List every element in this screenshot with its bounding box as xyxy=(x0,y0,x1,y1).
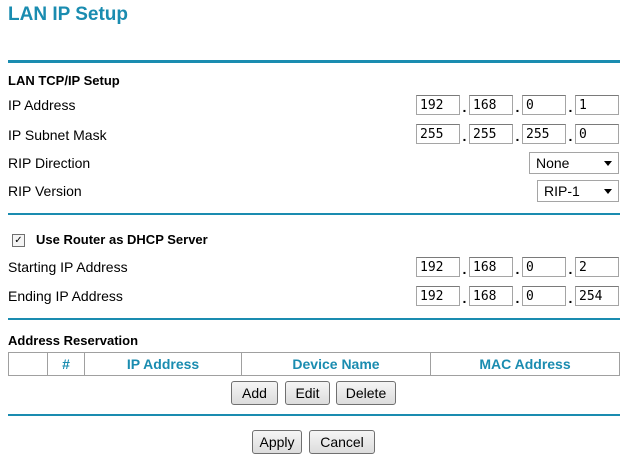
reservation-table: # IP Address Device Name MAC Address xyxy=(8,352,620,376)
chevron-down-icon xyxy=(604,189,612,194)
table-header-index: # xyxy=(47,352,85,376)
octet-separator: . xyxy=(515,128,520,144)
section-divider xyxy=(8,213,620,215)
bottom-divider xyxy=(8,414,620,416)
add-button[interactable]: Add xyxy=(231,381,278,405)
start-octet-4[interactable] xyxy=(575,257,619,277)
reservation-heading: Address Reservation xyxy=(8,333,139,348)
subnet-octet-2[interactable] xyxy=(469,124,513,144)
dhcp-server-label: Use Router as DHCP Server xyxy=(36,232,208,247)
dhcp-server-checkbox[interactable]: ✓ xyxy=(12,234,25,247)
rip-version-value: RIP-1 xyxy=(544,183,580,199)
end-octet-3[interactable] xyxy=(522,286,566,306)
subnet-octet-4[interactable] xyxy=(575,124,619,144)
ending-ip-label: Ending IP Address xyxy=(8,288,123,304)
octet-separator: . xyxy=(462,99,467,115)
end-octet-4[interactable] xyxy=(575,286,619,306)
octet-separator: . xyxy=(462,128,467,144)
octet-separator: . xyxy=(515,99,520,115)
start-octet-3[interactable] xyxy=(522,257,566,277)
subnet-octet-1[interactable] xyxy=(416,124,460,144)
table-header-device-name: Device Name xyxy=(241,352,431,376)
octet-separator: . xyxy=(515,261,520,277)
apply-button[interactable]: Apply xyxy=(252,430,302,454)
rip-version-select[interactable]: RIP-1 xyxy=(537,180,619,202)
subnet-mask-label: IP Subnet Mask xyxy=(8,127,107,143)
table-header-select xyxy=(8,352,48,376)
table-header-row: # IP Address Device Name MAC Address xyxy=(8,352,620,376)
end-octet-1[interactable] xyxy=(416,286,460,306)
octet-separator: . xyxy=(568,290,573,306)
ip-octet-4[interactable] xyxy=(575,95,619,115)
rip-direction-value: None xyxy=(536,155,570,171)
delete-button[interactable]: Delete xyxy=(336,381,396,405)
edit-button[interactable]: Edit xyxy=(285,381,330,405)
page-title: LAN IP Setup xyxy=(8,4,128,25)
lan-section-heading: LAN TCP/IP Setup xyxy=(8,73,120,88)
rip-direction-select[interactable]: None xyxy=(529,152,619,174)
table-header-mac-address: MAC Address xyxy=(430,352,620,376)
rip-version-label: RIP Version xyxy=(8,183,82,199)
top-divider xyxy=(8,60,620,63)
end-octet-2[interactable] xyxy=(469,286,513,306)
octet-separator: . xyxy=(568,128,573,144)
subnet-octet-3[interactable] xyxy=(522,124,566,144)
ip-octet-3[interactable] xyxy=(522,95,566,115)
ip-address-label: IP Address xyxy=(8,97,76,113)
table-header-ip-address: IP Address xyxy=(84,352,242,376)
section-divider xyxy=(8,318,620,320)
rip-direction-label: RIP Direction xyxy=(8,155,91,171)
start-octet-1[interactable] xyxy=(416,257,460,277)
ip-octet-2[interactable] xyxy=(469,95,513,115)
octet-separator: . xyxy=(462,290,467,306)
octet-separator: . xyxy=(568,99,573,115)
starting-ip-label: Starting IP Address xyxy=(8,259,128,275)
octet-separator: . xyxy=(462,261,467,277)
octet-separator: . xyxy=(515,290,520,306)
chevron-down-icon xyxy=(604,161,612,166)
cancel-button[interactable]: Cancel xyxy=(309,430,375,454)
ip-octet-1[interactable] xyxy=(416,95,460,115)
octet-separator: . xyxy=(568,261,573,277)
start-octet-2[interactable] xyxy=(469,257,513,277)
